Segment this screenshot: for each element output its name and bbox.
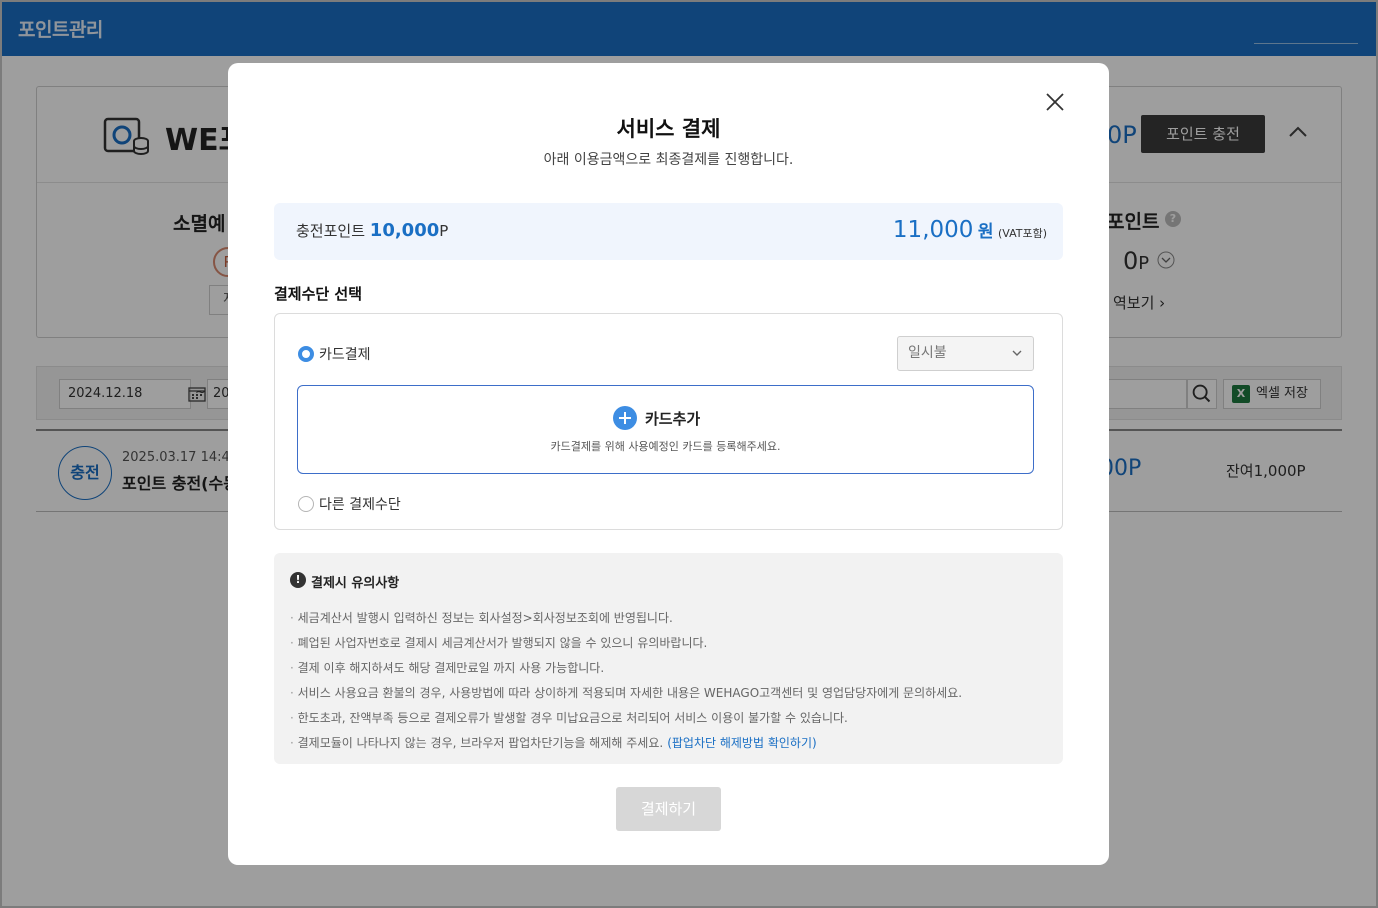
modal-subtitle: 아래 이용금액으로 최종결제를 진행합니다. [543, 152, 794, 168]
other-payment-label[interactable]: 다른 결제수단 [319, 494, 401, 514]
close-icon[interactable] [1044, 91, 1066, 113]
notice-icon: ! [290, 572, 306, 588]
charge-points-value: 10,000 [369, 220, 440, 241]
notice-item-with-link: 결제모듈이 나타나지 않는 경우, 브라우저 팝업차단기능을 해제해 주세요.(… [290, 734, 1050, 759]
notice-list: 세금계산서 발행시 입력하신 정보는 회사설정>회사정보조회에 반영됩니다. 폐… [290, 609, 1050, 759]
card-payment-label[interactable]: 카드결제 [319, 344, 371, 364]
add-card-button[interactable]: 카드추가 카드결제를 위해 사용예정인 카드를 등록해주세요. [297, 385, 1034, 474]
plus-icon [613, 406, 637, 430]
payment-summary: 충전포인트 10,000P 11,000 원 (VAT포함) [274, 203, 1063, 260]
notice-item-text: 결제모듈이 나타나지 않는 경우, 브라우저 팝업차단기능을 해제해 주세요. [297, 736, 664, 750]
charge-points-summary: 충전포인트 10,000P [296, 220, 448, 241]
card-payment-radio[interactable] [298, 346, 314, 362]
popup-block-help-link[interactable]: (팝업차단 해제방법 확인하기) [667, 736, 816, 750]
notice-item: 한도초과, 잔액부족 등으로 결제오류가 발생할 경우 미납요금으로 처리되어 … [290, 709, 1050, 734]
price-summary: 11,000 원 (VAT포함) [893, 217, 1047, 243]
payment-modal: 서비스 결제 아래 이용금액으로 최종결제를 진행합니다. 충전포인트 10,0… [228, 63, 1109, 865]
charge-points-label: 충전포인트 [296, 222, 366, 240]
payment-method-label: 결제수단 선택 [274, 285, 363, 303]
installment-value: 일시불 [908, 345, 947, 361]
notice-item: 결제 이후 해지하셔도 해당 결제만료일 까지 사용 가능합니다. [290, 659, 1050, 684]
notice-item: 폐업된 사업자번호로 결제시 세금계산서가 발행되지 않을 수 있으니 유의바랍… [290, 634, 1050, 659]
chevron-down-icon [1012, 350, 1022, 356]
installment-select[interactable]: 일시불 [897, 336, 1034, 371]
payment-method-box: 카드결제 일시불 카드추가 카드결제를 위해 사용예정인 카드를 등록해주세요.… [274, 313, 1063, 530]
price-value: 11,000 [892, 217, 974, 243]
notice-item: 세금계산서 발행시 입력하신 정보는 회사설정>회사정보조회에 반영됩니다. [290, 609, 1050, 634]
add-card-description: 카드결제를 위해 사용예정인 카드를 등록해주세요. [550, 440, 781, 453]
add-card-label: 카드추가 [645, 410, 701, 428]
charge-points-unit: P [439, 222, 449, 240]
other-payment-radio[interactable] [298, 496, 314, 512]
modal-title: 서비스 결제 [616, 117, 721, 141]
payment-notice: ! 결제시 유의사항 세금계산서 발행시 입력하신 정보는 회사설정>회사정보조… [274, 553, 1063, 764]
pay-button[interactable]: 결제하기 [616, 787, 721, 831]
notice-item: 서비스 사용요금 환불의 경우, 사용방법에 따라 상이하게 적용되며 자세한 … [290, 684, 1050, 709]
price-unit: 원 [977, 222, 994, 242]
vat-note: (VAT포함) [997, 227, 1047, 240]
notice-title: 결제시 유의사항 [311, 576, 400, 591]
